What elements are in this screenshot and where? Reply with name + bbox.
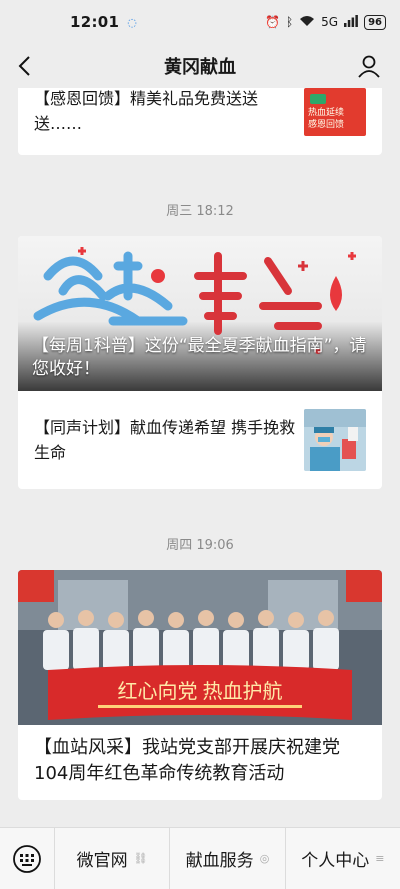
hero-caption: 【每周1科普】这份“最全夏季献血指南”，请您收好！ xyxy=(32,336,367,379)
keyboard-icon xyxy=(13,844,41,873)
alarm-icon: ⏰ xyxy=(264,15,280,29)
article-group-card: 【每周1科普】这份“最全夏季献血指南”，请您收好！ 【同声计划】献血传递希望 携… xyxy=(18,236,382,489)
message-time: 周三 18:12 xyxy=(166,204,234,219)
signal-label: 5G xyxy=(321,15,339,29)
menu-personal-center[interactable]: 个人中心 ≡ xyxy=(286,828,400,889)
page-title: 黄冈献血 xyxy=(164,57,236,78)
submenu-icon: ≡ xyxy=(375,852,385,865)
menu-label: 个人中心 xyxy=(301,851,370,871)
profile-icon[interactable] xyxy=(356,53,382,79)
menu-label: 献血服务 xyxy=(185,851,254,871)
back-icon[interactable] xyxy=(14,54,38,78)
menu-micro-site[interactable]: 微官网 ⛓ xyxy=(55,827,171,889)
article-title: 【血站风采】我站党支部开展庆祝建党104周年红色革命传统教育活动 xyxy=(34,737,340,784)
status-icons: ⏰ ᛒ 5G 96 xyxy=(264,14,386,30)
keyboard-toggle[interactable] xyxy=(0,827,55,889)
article-title: 【感恩回馈】精美礼品免费送送送…… xyxy=(34,89,259,133)
link-icon: ⛓ xyxy=(133,852,148,865)
wifi-icon xyxy=(299,15,315,30)
status-time: 12:01 xyxy=(70,13,120,31)
hero-article[interactable]: 【每周1科普】这份“最全夏季献血指南”，请您收好！ xyxy=(18,236,382,391)
article-item[interactable]: 【同声计划】献血传递希望 携手挽救生命 xyxy=(18,391,382,489)
article-title: 【同声计划】献血传递希望 携手挽救生命 xyxy=(34,418,296,462)
nav-bar: 黄冈献血 xyxy=(0,44,400,88)
bottom-menu: 微官网 ⛓ 献血服务 ◎ 个人中心 ≡ xyxy=(0,827,400,889)
article-group-card[interactable]: 红心向党 热血护航 【血站风采】我站党支部开展庆祝建党104周年红色革命传统教育… xyxy=(18,570,382,800)
status-bar: 12:01 ◌ ⏰ ᛒ 5G 96 xyxy=(0,0,400,44)
thumb-caption-1: 热血延续 xyxy=(308,108,345,118)
chat-notification-icon: ◌ xyxy=(127,15,137,29)
bluetooth-icon: ᛒ xyxy=(285,15,294,29)
article-thumbnail: 热血延续 感恩回馈 xyxy=(304,88,366,136)
battery-icon: 96 xyxy=(364,14,386,30)
message-time: 周四 19:06 xyxy=(166,538,234,553)
thumb-caption-2: 感恩回馈 xyxy=(308,120,345,130)
article-card-top[interactable]: 【感恩回馈】精美礼品免费送送送…… 热血延续 感恩回馈 xyxy=(18,88,382,155)
article-thumbnail xyxy=(304,409,366,471)
banner-text: 红心向党 热血护航 xyxy=(118,680,283,703)
signal-icon xyxy=(344,14,358,30)
menu-donation-service[interactable]: 献血服务 ◎ xyxy=(170,827,286,889)
menu-label: 微官网 xyxy=(76,851,128,871)
article-cover-image: 红心向党 热血护航 xyxy=(18,570,382,725)
mini-program-icon: ◎ xyxy=(259,852,270,865)
